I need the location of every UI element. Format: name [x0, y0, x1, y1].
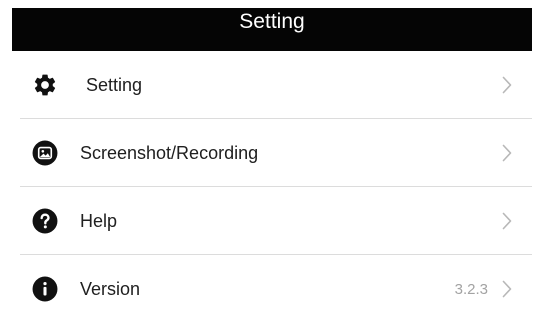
menu-item-version[interactable]: Version 3.2.3: [12, 255, 532, 323]
chevron-right-icon: [502, 144, 512, 162]
menu-item-label: Help: [80, 210, 118, 231]
gear-icon: [32, 72, 58, 98]
question-icon: [32, 208, 58, 234]
menu-item-label: Version: [80, 278, 141, 299]
menu-item-screenshot-recording[interactable]: Screenshot/Recording: [12, 119, 532, 187]
menu-item-setting[interactable]: Setting: [12, 51, 532, 119]
menu-item-help[interactable]: Help: [12, 187, 532, 255]
chevron-right-icon: [502, 212, 512, 230]
info-icon: [32, 276, 58, 302]
image-icon: [32, 140, 58, 166]
page-title: Setting: [239, 9, 305, 33]
chevron-right-icon: [502, 280, 512, 298]
chevron-right-icon: [502, 76, 512, 94]
nav-header: Setting: [12, 8, 532, 51]
menu-item-label: Screenshot/Recording: [80, 142, 259, 163]
menu-item-label: Setting: [86, 74, 143, 95]
version-value: 3.2.3: [454, 280, 488, 298]
settings-list: Setting Screenshot/Recording Help Versio…: [12, 51, 532, 323]
